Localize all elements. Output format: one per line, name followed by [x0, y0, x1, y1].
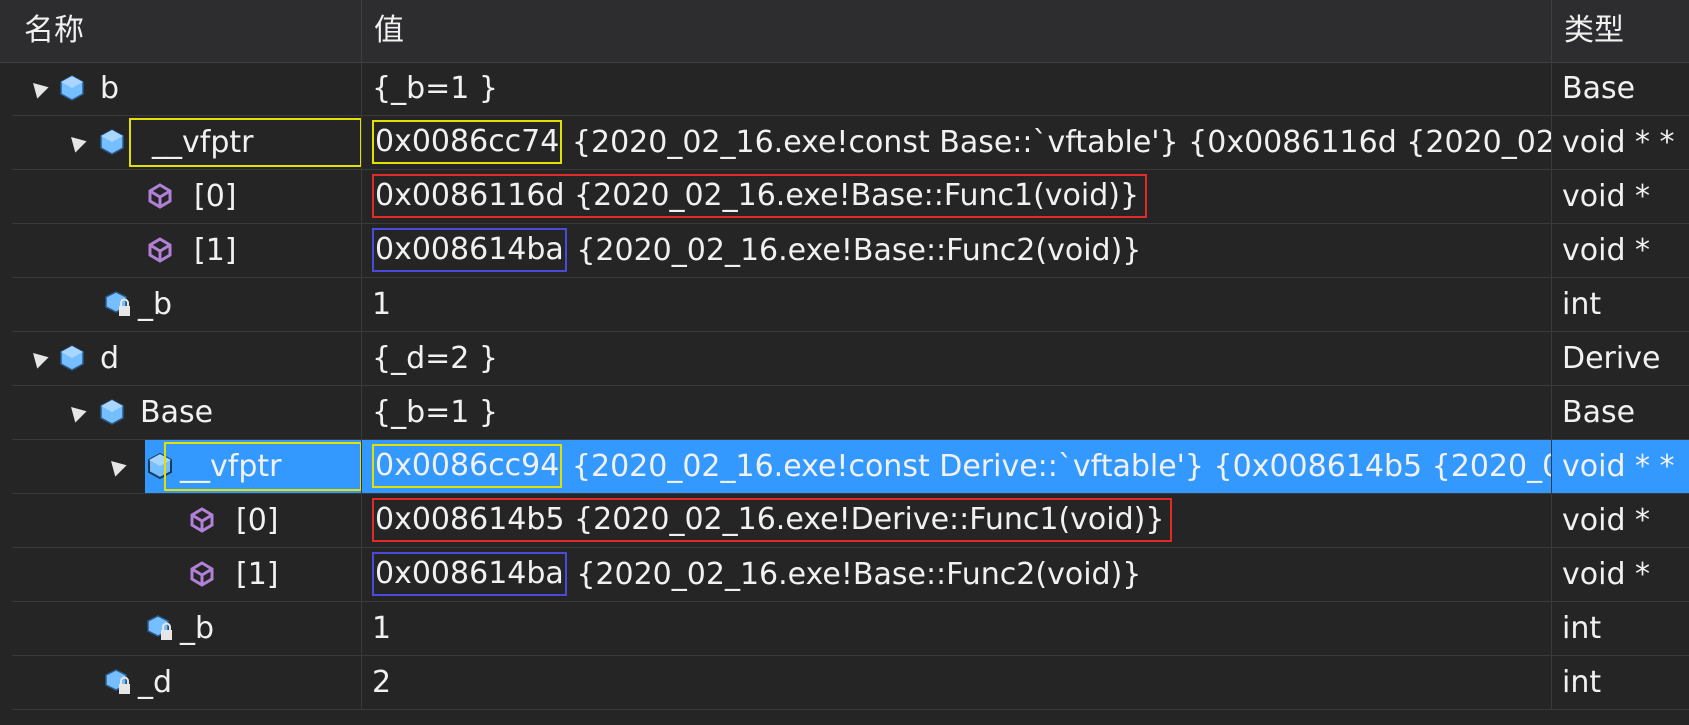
value-text: {2020_02_16.exe!const Base::`vftable'} {…: [571, 125, 1551, 160]
type-cell: Base: [1562, 395, 1636, 430]
expanded-triangle-icon[interactable]: [105, 455, 127, 477]
name-cell: __vfptr: [12, 116, 362, 169]
column-header-name[interactable]: 名称: [12, 0, 362, 62]
watch-row-vtable-1-derive[interactable]: [1] 0x008614ba {2020_02_16.exe!Base::Fun…: [12, 548, 1689, 602]
type-cell: int: [1562, 665, 1602, 700]
watch-row-field-b-derive[interactable]: _b 1 int: [12, 602, 1689, 656]
type-cell: Base: [1562, 71, 1636, 106]
type-cell: Derive: [1562, 341, 1661, 376]
watch-row-b[interactable]: b {_b=1 } Base: [12, 62, 1689, 116]
name-cell: [1]: [12, 224, 362, 277]
private-field-icon: [105, 669, 130, 694]
value-cell[interactable]: 2: [362, 656, 1552, 709]
name-cell: d: [12, 332, 362, 385]
value-text: 2: [372, 665, 392, 700]
variable-name: __vfptr: [152, 125, 254, 160]
type-cell: void *: [1562, 503, 1651, 538]
function-pointer: 0x008614ba: [372, 551, 567, 596]
type-cell: void *: [1562, 179, 1651, 214]
method-cube-icon: [148, 183, 172, 209]
name-cell: [0]: [12, 494, 362, 547]
watch-row-vfptr-derive[interactable]: __vfptr 0x0086cc94 {2020_02_16.exe!const…: [12, 440, 1689, 494]
private-field-icon: [147, 615, 172, 640]
value-cell[interactable]: {_b=1 }: [362, 386, 1552, 439]
value-cell[interactable]: 0x0086cc94 {2020_02_16.exe!const Derive:…: [362, 440, 1552, 493]
type-cell: void * *: [1562, 449, 1675, 484]
column-header: 名称 值 类型: [0, 0, 1689, 63]
type-cell: int: [1562, 611, 1602, 646]
name-cell: _d: [12, 656, 362, 709]
variable-name: _d: [138, 665, 173, 700]
variable-name: _b: [138, 287, 173, 322]
function-pointer: 0x008614b5 {2020_02_16.exe!Derive::Func1…: [372, 497, 1173, 542]
vtable-address: 0x0086cc74: [372, 119, 563, 164]
expanded-triangle-icon[interactable]: [65, 401, 87, 423]
variable-name: [1]: [236, 557, 279, 592]
variable-name: Base: [140, 395, 214, 430]
object-cube-icon: [60, 345, 84, 371]
vtable-address: 0x0086cc94: [372, 443, 563, 488]
name-cell: b: [12, 62, 362, 115]
variable-name: [1]: [194, 233, 237, 268]
variable-name: [0]: [194, 179, 237, 214]
expanded-triangle-icon[interactable]: [65, 131, 87, 153]
expanded-triangle-icon[interactable]: [27, 77, 49, 99]
watch-window: 名称 值 类型 b {_b=1 } Base __vfptr 0x0086cc7…: [0, 0, 1689, 725]
value-cell[interactable]: 0x0086cc74 {2020_02_16.exe!const Base::`…: [362, 116, 1552, 169]
name-cell: _b: [12, 278, 362, 331]
value-text: 1: [372, 287, 392, 322]
variable-name: b: [100, 71, 120, 106]
variable-name: [0]: [236, 503, 279, 538]
watch-row-base[interactable]: Base {_b=1 } Base: [12, 386, 1689, 440]
name-cell: _b: [12, 602, 362, 655]
name-cell: [1]: [12, 548, 362, 601]
watch-row-vtable-0[interactable]: [0] 0x0086116d {2020_02_16.exe!Base::Fun…: [12, 170, 1689, 224]
value-cell[interactable]: 0x0086116d {2020_02_16.exe!Base::Func1(v…: [362, 170, 1552, 223]
value-text: 1: [372, 611, 392, 646]
watch-row-d[interactable]: d {_d=2 } Derive: [12, 332, 1689, 386]
value-cell[interactable]: 0x008614ba {2020_02_16.exe!Base::Func2(v…: [362, 548, 1552, 601]
name-cell: __vfptr: [12, 440, 362, 493]
watch-row-vtable-1[interactable]: [1] 0x008614ba {2020_02_16.exe!Base::Fun…: [12, 224, 1689, 278]
type-cell: int: [1562, 287, 1602, 322]
variable-name: d: [100, 341, 120, 376]
value-cell[interactable]: {_d=2 }: [362, 332, 1552, 385]
method-cube-icon: [148, 237, 172, 263]
value-text: {2020_02_16.exe!Base::Func2(void)}: [566, 233, 1142, 268]
value-text: {_b=1 }: [372, 71, 498, 106]
value-text: {_b=1 }: [372, 395, 498, 430]
object-cube-icon: [100, 399, 124, 425]
watch-row-field-d[interactable]: _d 2 int: [12, 656, 1689, 710]
method-cube-icon: [190, 507, 214, 533]
private-field-icon: [105, 291, 130, 316]
type-cell: void *: [1562, 557, 1651, 592]
watch-row-field-b[interactable]: _b 1 int: [12, 278, 1689, 332]
function-pointer: 0x008614ba: [372, 227, 567, 272]
variable-name: __vfptr: [180, 449, 282, 484]
column-header-type[interactable]: 类型: [1552, 0, 1689, 62]
type-cell: void *: [1562, 233, 1651, 268]
value-cell[interactable]: 1: [362, 278, 1552, 331]
value-cell[interactable]: 1: [362, 602, 1552, 655]
value-text: {_d=2 }: [372, 341, 498, 376]
watch-row-vtable-0-derive[interactable]: [0] 0x008614b5 {2020_02_16.exe!Derive::F…: [12, 494, 1689, 548]
expanded-triangle-icon[interactable]: [27, 347, 49, 369]
object-cube-icon: [60, 75, 84, 101]
object-cube-icon: [100, 129, 124, 155]
variable-name: _b: [180, 611, 215, 646]
type-cell: void * *: [1562, 125, 1675, 160]
value-text: {2020_02_16.exe!Base::Func2(void)}: [566, 557, 1142, 592]
watch-row-vfptr-base[interactable]: __vfptr 0x0086cc74 {2020_02_16.exe!const…: [12, 116, 1689, 170]
method-cube-icon: [190, 561, 214, 587]
value-cell[interactable]: 0x008614b5 {2020_02_16.exe!Derive::Func1…: [362, 494, 1552, 547]
value-text: {2020_02_16.exe!const Derive::`vftable'}…: [571, 449, 1551, 484]
value-cell[interactable]: {_b=1 }: [362, 62, 1552, 115]
name-cell: [0]: [12, 170, 362, 223]
column-header-value[interactable]: 值: [362, 0, 1552, 62]
value-cell[interactable]: 0x008614ba {2020_02_16.exe!Base::Func2(v…: [362, 224, 1552, 277]
name-cell: Base: [12, 386, 362, 439]
function-pointer: 0x0086116d {2020_02_16.exe!Base::Func1(v…: [372, 173, 1148, 218]
